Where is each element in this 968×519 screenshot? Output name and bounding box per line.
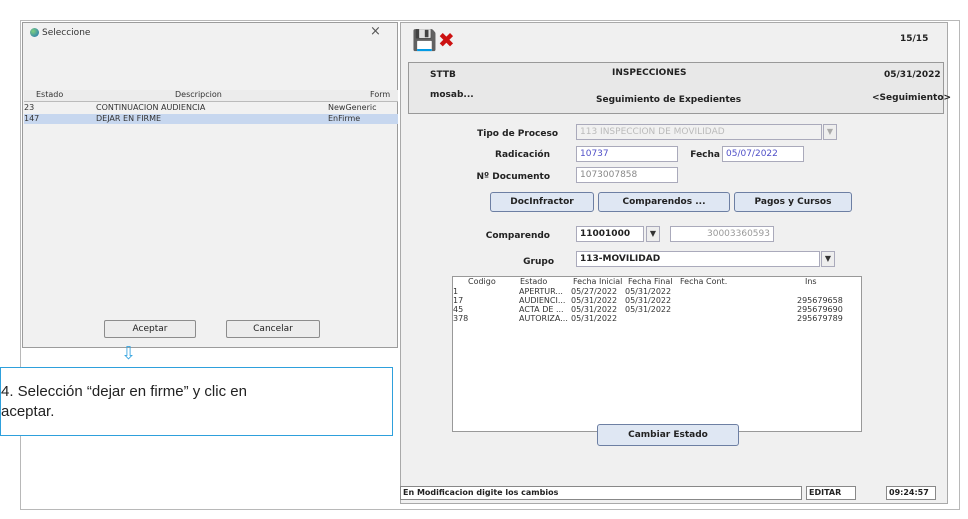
col-fecha-cont[interactable]: Fecha Cont. — [680, 277, 727, 286]
table-row[interactable]: 378 AUTORIZA... 05/31/2022 295679789 — [453, 314, 861, 324]
row-descripcion: CONTINUACION AUDIENCIA — [96, 103, 206, 112]
documento-field[interactable]: 1073007858 — [576, 167, 678, 183]
pagos-cursos-button[interactable]: Pagos y Cursos — [734, 192, 852, 212]
status-mode: EDITAR — [806, 486, 856, 500]
grupo-select[interactable]: 113-MOVILIDAD — [576, 251, 820, 267]
tipo-proceso-label: Tipo de Proceso — [477, 129, 558, 139]
radicacion-label: Radicación — [495, 150, 550, 160]
cell: 05/31/2022 — [571, 314, 618, 323]
cell: 05/31/2022 — [571, 305, 618, 314]
header-date: 05/31/2022 — [884, 70, 941, 80]
chevron-down-icon[interactable]: ▼ — [823, 124, 837, 140]
list-item[interactable]: 23 CONTINUACION AUDIENCIA NewGeneric — [24, 103, 398, 113]
comparendo-label: Comparendo — [485, 231, 550, 241]
subtitle-label: Seguimiento de Expedientes — [596, 95, 742, 105]
cell: 378 — [453, 314, 469, 323]
comparendo-select[interactable]: 11001000 — [576, 226, 644, 242]
cell: 45 — [453, 305, 464, 314]
accept-button[interactable]: Aceptar — [104, 320, 196, 338]
col-ins[interactable]: Ins — [805, 277, 817, 286]
cell: 1 — [453, 287, 459, 296]
cell: 05/31/2022 — [625, 287, 672, 296]
dialog-close-icon[interactable]: × — [370, 24, 381, 39]
cell: 05/31/2022 — [625, 296, 672, 305]
instruction-callout: 4. Selección “dejar en firme” y clic en … — [0, 367, 393, 436]
status-message: En Modificacion digite los cambios — [400, 486, 802, 500]
row-estado: 23 — [24, 103, 35, 112]
doc-infractor-button[interactable]: DocInfractor — [490, 192, 594, 212]
tag-label: <Seguimiento> — [872, 93, 952, 103]
module-label: INSPECCIONES — [612, 68, 687, 78]
record-counter: 15/15 — [900, 34, 929, 44]
callout-line-2: aceptar. — [1, 403, 55, 420]
documento-label: Nº Documento — [476, 172, 550, 182]
cell: 05/31/2022 — [625, 305, 672, 314]
chevron-down-icon[interactable]: ▼ — [821, 251, 835, 267]
org-label: STTB — [430, 70, 456, 80]
grupo-label: Grupo — [523, 257, 554, 267]
row-estado: 147 — [24, 114, 40, 123]
col-descripcion[interactable]: Descripcion — [175, 90, 222, 99]
col-codigo[interactable]: Codigo — [468, 277, 496, 286]
tipo-proceso-select[interactable]: 113 INSPECCION DE MOVILIDAD — [576, 124, 822, 140]
row-form: NewGeneric — [328, 103, 377, 112]
callout-line-1: 4. Selección “dejar en firme” y clic en — [1, 383, 247, 400]
down-arrow-icon: ⇩ — [121, 343, 137, 364]
status-time: 09:24:57 — [886, 486, 936, 500]
col-estado[interactable]: Estado — [36, 90, 63, 99]
cell: ACTA DE ... — [519, 305, 564, 314]
cell: 05/27/2022 — [571, 287, 618, 296]
cell: AUDIENCI... — [519, 296, 566, 305]
row-descripcion: DEJAR EN FIRME — [96, 114, 162, 123]
cell: AUTORIZA... — [519, 314, 568, 323]
cell: 17 — [453, 296, 464, 305]
cell: 295679789 — [797, 314, 843, 323]
col-fecha-inicial[interactable]: Fecha Inicial — [573, 277, 622, 286]
fecha-label: Fecha — [690, 150, 720, 160]
comparendos-button[interactable]: Comparendos ... — [598, 192, 730, 212]
cell: 05/31/2022 — [571, 296, 618, 305]
cell: APERTUR... — [519, 287, 563, 296]
list-item-selected[interactable]: 147 DEJAR EN FIRME EnFirme — [24, 114, 398, 124]
dialog-title: Seleccione — [42, 28, 91, 38]
col-form[interactable]: Form — [370, 90, 390, 99]
fecha-field[interactable]: 05/07/2022 — [722, 146, 804, 162]
col-estado[interactable]: Estado — [520, 277, 547, 286]
cell: 295679690 — [797, 305, 843, 314]
row-form: EnFirme — [328, 114, 361, 123]
cell: 295679658 — [797, 296, 843, 305]
cancel-button[interactable]: Cancelar — [226, 320, 320, 338]
radicacion-field[interactable]: 10737 — [576, 146, 678, 162]
delete-icon[interactable]: ✖ — [438, 28, 455, 52]
select-dialog — [22, 22, 398, 348]
save-icon[interactable]: 💾 — [412, 28, 437, 52]
app-globe-icon — [30, 28, 39, 37]
col-fecha-final[interactable]: Fecha Final — [628, 277, 672, 286]
comparendo-number-field[interactable]: 30003360593 — [670, 226, 774, 242]
chevron-down-icon[interactable]: ▼ — [646, 226, 660, 242]
cambiar-estado-button[interactable]: Cambiar Estado — [597, 424, 739, 446]
user-label: mosab... — [430, 90, 474, 100]
